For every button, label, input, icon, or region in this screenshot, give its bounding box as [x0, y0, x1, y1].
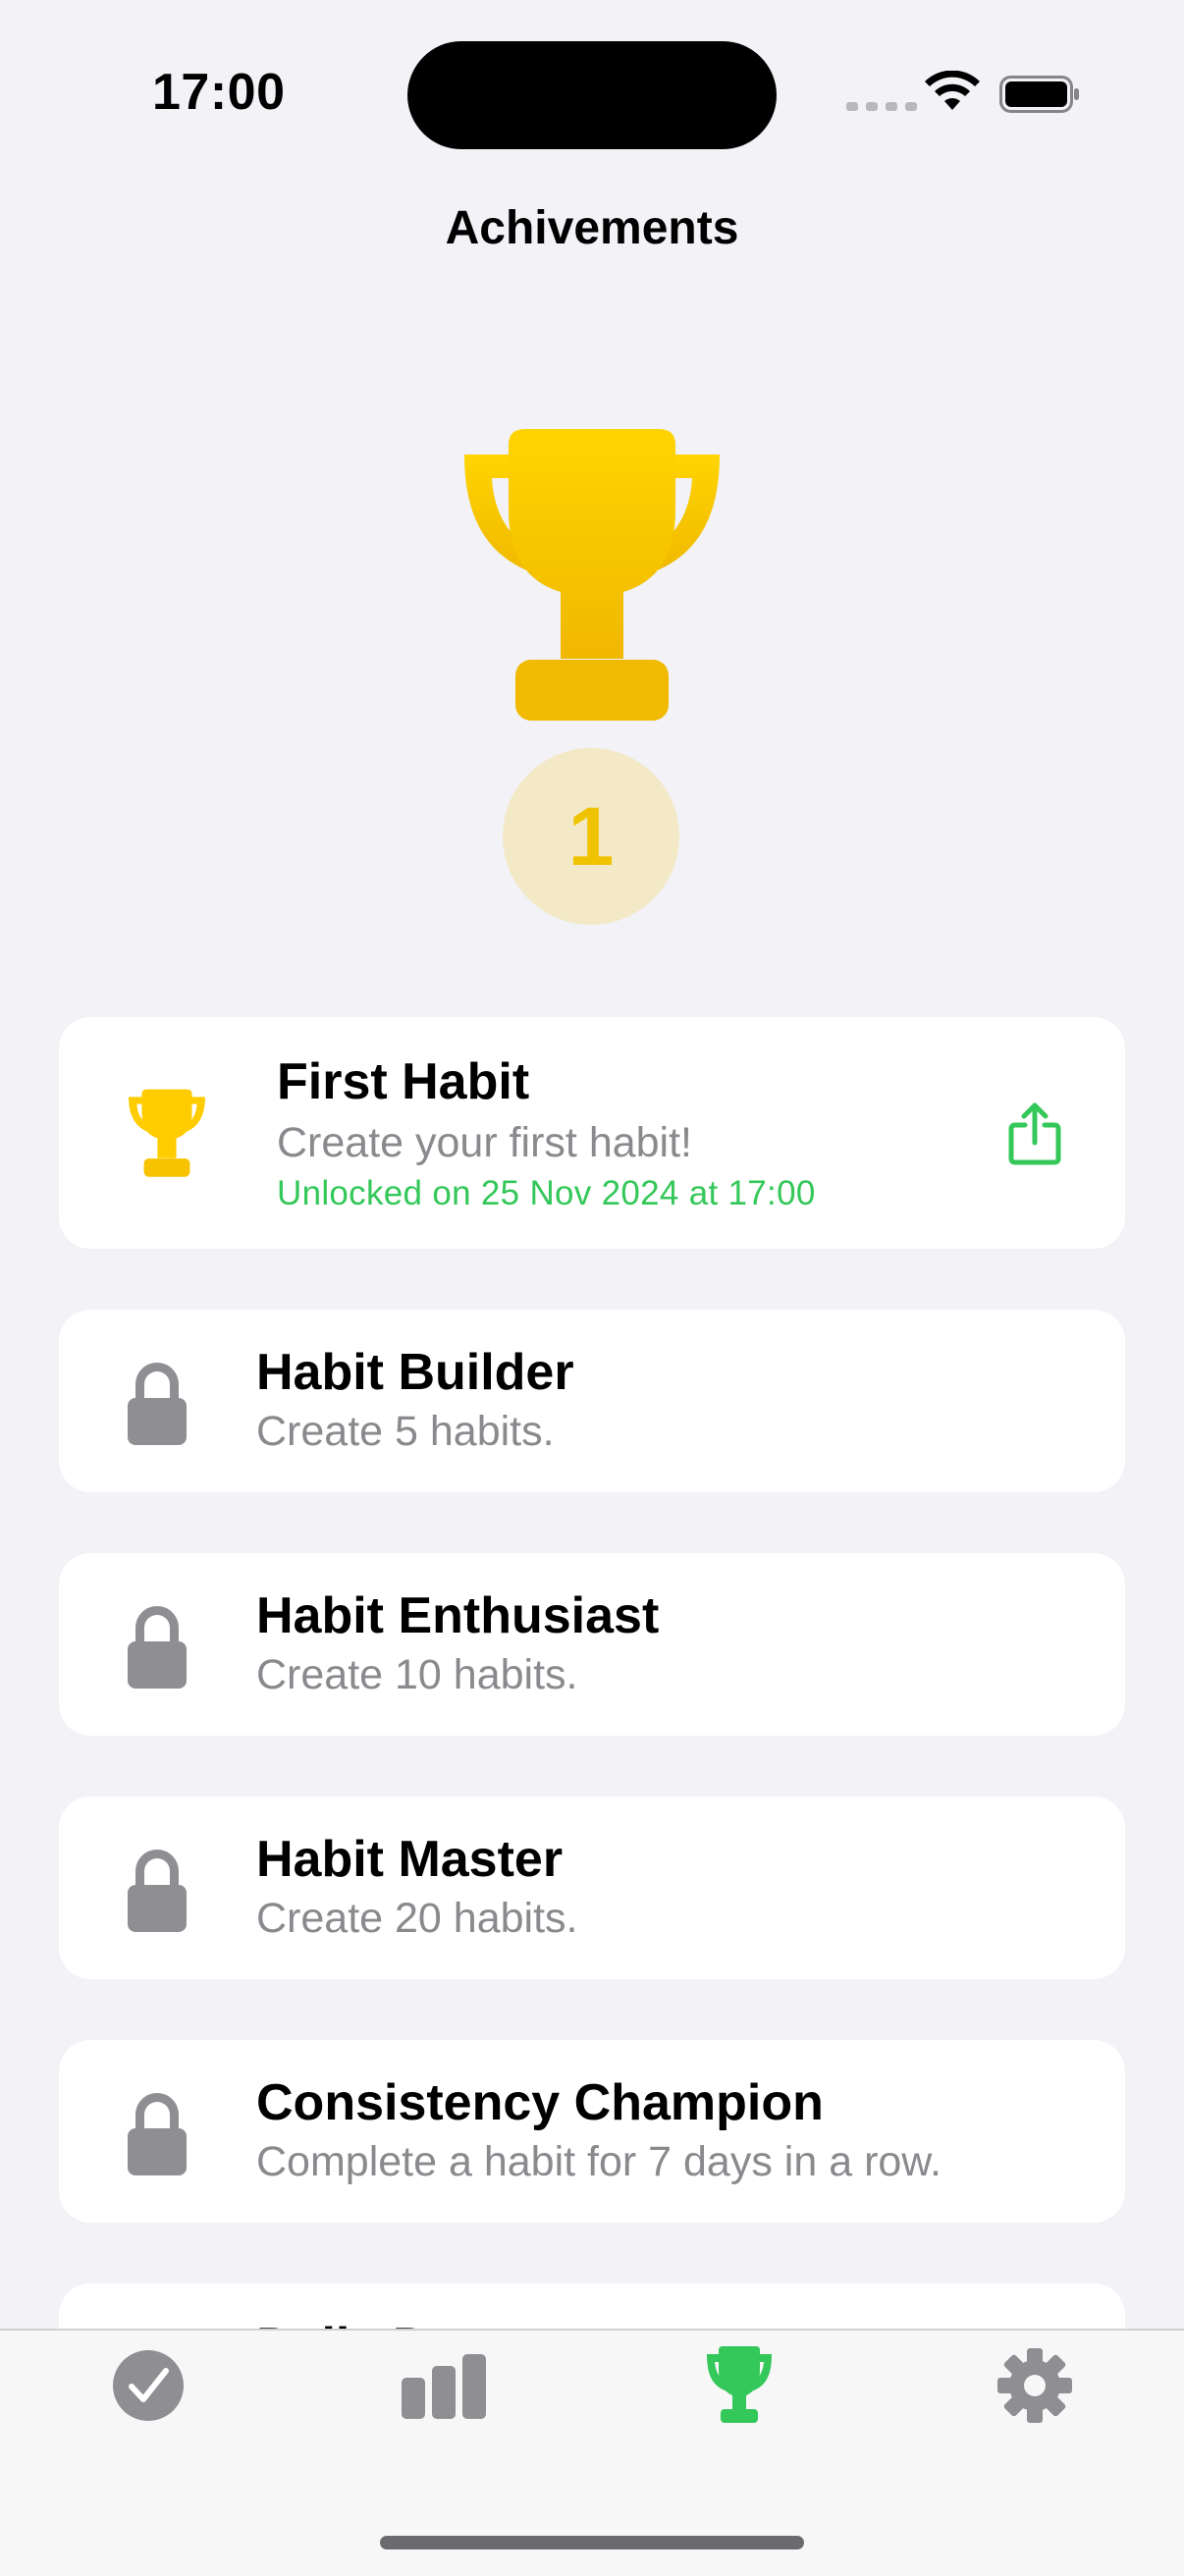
battery-icon — [999, 76, 1079, 113]
wifi-icon — [925, 71, 980, 110]
lock-icon — [128, 2093, 187, 2175]
tab-achievements[interactable] — [685, 2344, 793, 2452]
achievement-card-habit-enthusiast[interactable]: Habit Enthusiast Create 10 habits. — [59, 1553, 1125, 1736]
achievement-card-habit-builder[interactable]: Habit Builder Create 5 habits. — [59, 1310, 1125, 1492]
achievement-card-first-habit[interactable]: First Habit Create your first habit! Unl… — [59, 1017, 1125, 1249]
home-indicator — [380, 2536, 804, 2549]
gear-icon — [997, 2348, 1072, 2423]
lock-icon — [128, 1363, 187, 1445]
share-icon[interactable] — [1007, 1101, 1062, 1166]
trophy-icon — [464, 429, 720, 721]
checkmark-circle-icon — [113, 2350, 184, 2421]
achievement-description: Create 20 habits. — [256, 1895, 578, 1942]
trophy-icon — [129, 1089, 205, 1177]
achievement-card-consistency-champion[interactable]: Consistency Champion Complete a habit fo… — [59, 2040, 1125, 2223]
page-title: Achivements — [445, 202, 739, 254]
achievement-description: Complete a habit for 7 days in a row. — [256, 2138, 942, 2185]
achievement-title: Habit Master — [256, 1831, 564, 1888]
achievement-description: Create 5 habits. — [256, 1408, 555, 1455]
tab-habits[interactable] — [94, 2344, 202, 2452]
achievement-title: First Habit — [277, 1053, 530, 1110]
status-time: 17:00 — [152, 64, 286, 121]
trophy-icon — [707, 2346, 772, 2423]
achievement-title: Habit Enthusiast — [256, 1587, 660, 1644]
cellular-signal-icon — [846, 102, 917, 111]
tab-statistics[interactable] — [390, 2344, 498, 2452]
dynamic-island — [407, 41, 777, 149]
achievement-description: Create your first habit! — [277, 1119, 693, 1166]
achievement-description: Create 10 habits. — [256, 1651, 578, 1698]
achievement-title: Habit Builder — [256, 1344, 574, 1401]
achievement-card-habit-master[interactable]: Habit Master Create 20 habits. — [59, 1797, 1125, 1979]
achievement-title: Consistency Champion — [256, 2074, 824, 2131]
lock-icon — [128, 1850, 187, 1932]
lock-icon — [128, 1606, 187, 1689]
tab-settings[interactable] — [981, 2344, 1089, 2452]
achievement-count-badge: 1 — [503, 748, 679, 925]
achievement-count: 1 — [567, 789, 615, 883]
achievement-unlocked-date: Unlocked on 25 Nov 2024 at 17:00 — [277, 1174, 816, 1212]
bar-chart-icon — [402, 2354, 486, 2419]
